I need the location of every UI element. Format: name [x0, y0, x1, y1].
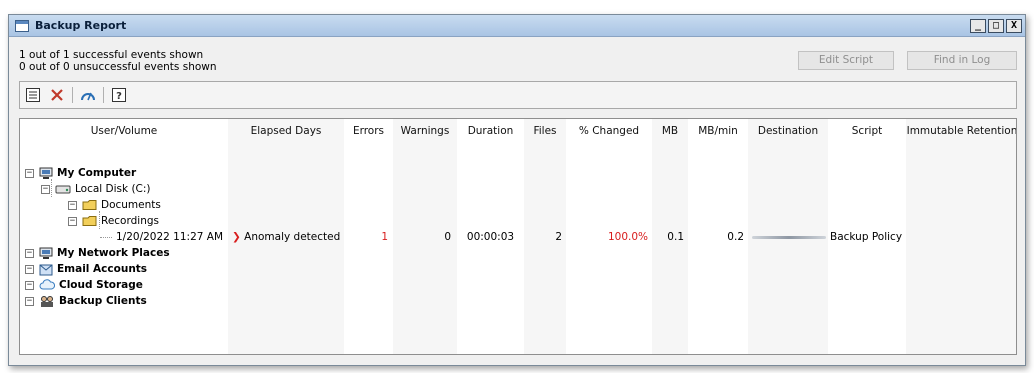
report-grid: User/Volume Elapsed Days Errors Warnings…	[19, 118, 1017, 355]
email-icon	[39, 263, 53, 276]
files-cell: 2	[555, 231, 562, 243]
collapse-toggle[interactable]: −	[25, 280, 34, 290]
header-elapsed-days[interactable]: Elapsed Days	[228, 119, 344, 143]
tree-label: Backup Clients	[59, 295, 147, 307]
tree-label: Documents	[101, 199, 161, 211]
tree-label: My Computer	[57, 167, 137, 179]
header-files[interactable]: Files	[524, 119, 566, 143]
disk-icon	[55, 183, 71, 195]
collapse-toggle[interactable]: −	[68, 216, 77, 226]
immutable-retention-column	[906, 119, 1016, 354]
tree-label: My Network Places	[57, 247, 170, 259]
errors-cell: 1	[381, 231, 388, 243]
tree-label: Local Disk (C:)	[75, 183, 151, 195]
collapse-toggle[interactable]: −	[25, 296, 34, 306]
header-duration[interactable]: Duration	[457, 119, 524, 143]
computer-icon	[39, 167, 53, 180]
mb-cell: 0.1	[667, 231, 684, 243]
header-changed[interactable]: % Changed	[566, 119, 652, 143]
tree-item-my-computer[interactable]: − My Computer	[25, 165, 136, 181]
backup-report-window: Backup Report _ □ X 1 out of 1 successfu…	[8, 14, 1026, 366]
edit-script-button[interactable]: Edit Script	[798, 51, 894, 70]
toolbar-separator	[72, 87, 73, 103]
header-user-volume[interactable]: User/Volume	[20, 119, 228, 143]
collapse-toggle[interactable]: −	[25, 248, 34, 258]
header-immutable-retention[interactable]: Immutable Retention	[906, 119, 1016, 143]
minimize-button[interactable]: _	[970, 18, 986, 33]
tree-label: Recordings	[101, 215, 159, 227]
destination-cell	[752, 229, 826, 245]
toolbar: ?	[19, 81, 1017, 109]
folder-icon	[82, 215, 97, 227]
event-summary: 1 out of 1 successful events shown 0 out…	[19, 49, 217, 73]
successful-summary: 1 out of 1 successful events shown	[19, 49, 204, 61]
network-icon	[39, 247, 53, 260]
anomaly-label: Anomaly detected	[244, 231, 341, 243]
maximize-button[interactable]: □	[988, 18, 1004, 33]
close-button[interactable]: X	[1006, 18, 1022, 33]
mb-min-cell: 0.2	[727, 231, 744, 243]
title-bar: Backup Report _ □ X	[9, 15, 1025, 37]
tree-item-local-disk[interactable]: − Local Disk (C:)	[41, 181, 151, 197]
cloud-icon	[39, 279, 55, 291]
tree-item-email-accounts[interactable]: − Email Accounts	[25, 261, 147, 277]
tree-item-network-places[interactable]: − My Network Places	[25, 245, 170, 261]
tree-connector	[100, 236, 112, 238]
collapse-toggle[interactable]: −	[25, 168, 34, 178]
folder-icon	[82, 199, 97, 211]
gauge-icon[interactable]	[79, 86, 97, 104]
warnings-cell: 0	[444, 231, 451, 243]
toolbar-separator	[103, 87, 104, 103]
header-mb-min[interactable]: MB/min	[688, 119, 748, 143]
redacted-destination	[752, 236, 826, 239]
tree-label: Email Accounts	[57, 263, 148, 275]
delete-icon[interactable]	[48, 86, 66, 104]
elapsed-days-cell[interactable]: ❯ Anomaly detected	[232, 229, 340, 245]
unsuccessful-summary: 0 out of 0 unsuccessful events shown	[19, 61, 217, 73]
event-time: 1/20/2022 11:27 AM	[116, 231, 224, 243]
collapse-toggle[interactable]: −	[25, 264, 34, 274]
help-icon[interactable]: ?	[110, 86, 128, 104]
find-in-log-button[interactable]: Find in Log	[907, 51, 1017, 70]
header-mb[interactable]: MB	[652, 119, 688, 143]
header-errors[interactable]: Errors	[344, 119, 393, 143]
clients-icon	[39, 295, 55, 308]
header-script[interactable]: Script	[828, 119, 906, 143]
window-title: Backup Report	[35, 19, 127, 32]
list-icon[interactable]	[24, 86, 42, 104]
svg-text:?: ?	[116, 91, 122, 102]
tree-item-documents[interactable]: − Documents	[68, 197, 161, 213]
collapse-toggle[interactable]: −	[68, 200, 77, 210]
tree-label: Cloud Storage	[59, 279, 143, 291]
chevron-right-icon: ❯	[232, 231, 241, 243]
changed-cell: 100.0%	[607, 231, 648, 243]
tree-item-event[interactable]: 1/20/2022 11:27 AM	[100, 229, 223, 245]
collapse-toggle[interactable]: −	[41, 184, 50, 194]
tree-item-cloud-storage[interactable]: − Cloud Storage	[25, 277, 143, 293]
duration-cell: 00:00:03	[466, 231, 515, 243]
tree-item-recordings[interactable]: − Recordings	[68, 213, 159, 229]
header-warnings[interactable]: Warnings	[393, 119, 457, 143]
tree-item-backup-clients[interactable]: − Backup Clients	[25, 293, 147, 309]
window-icon	[15, 19, 29, 32]
header-destination[interactable]: Destination	[748, 119, 828, 143]
script-cell[interactable]: Backup Policy	[830, 229, 902, 245]
